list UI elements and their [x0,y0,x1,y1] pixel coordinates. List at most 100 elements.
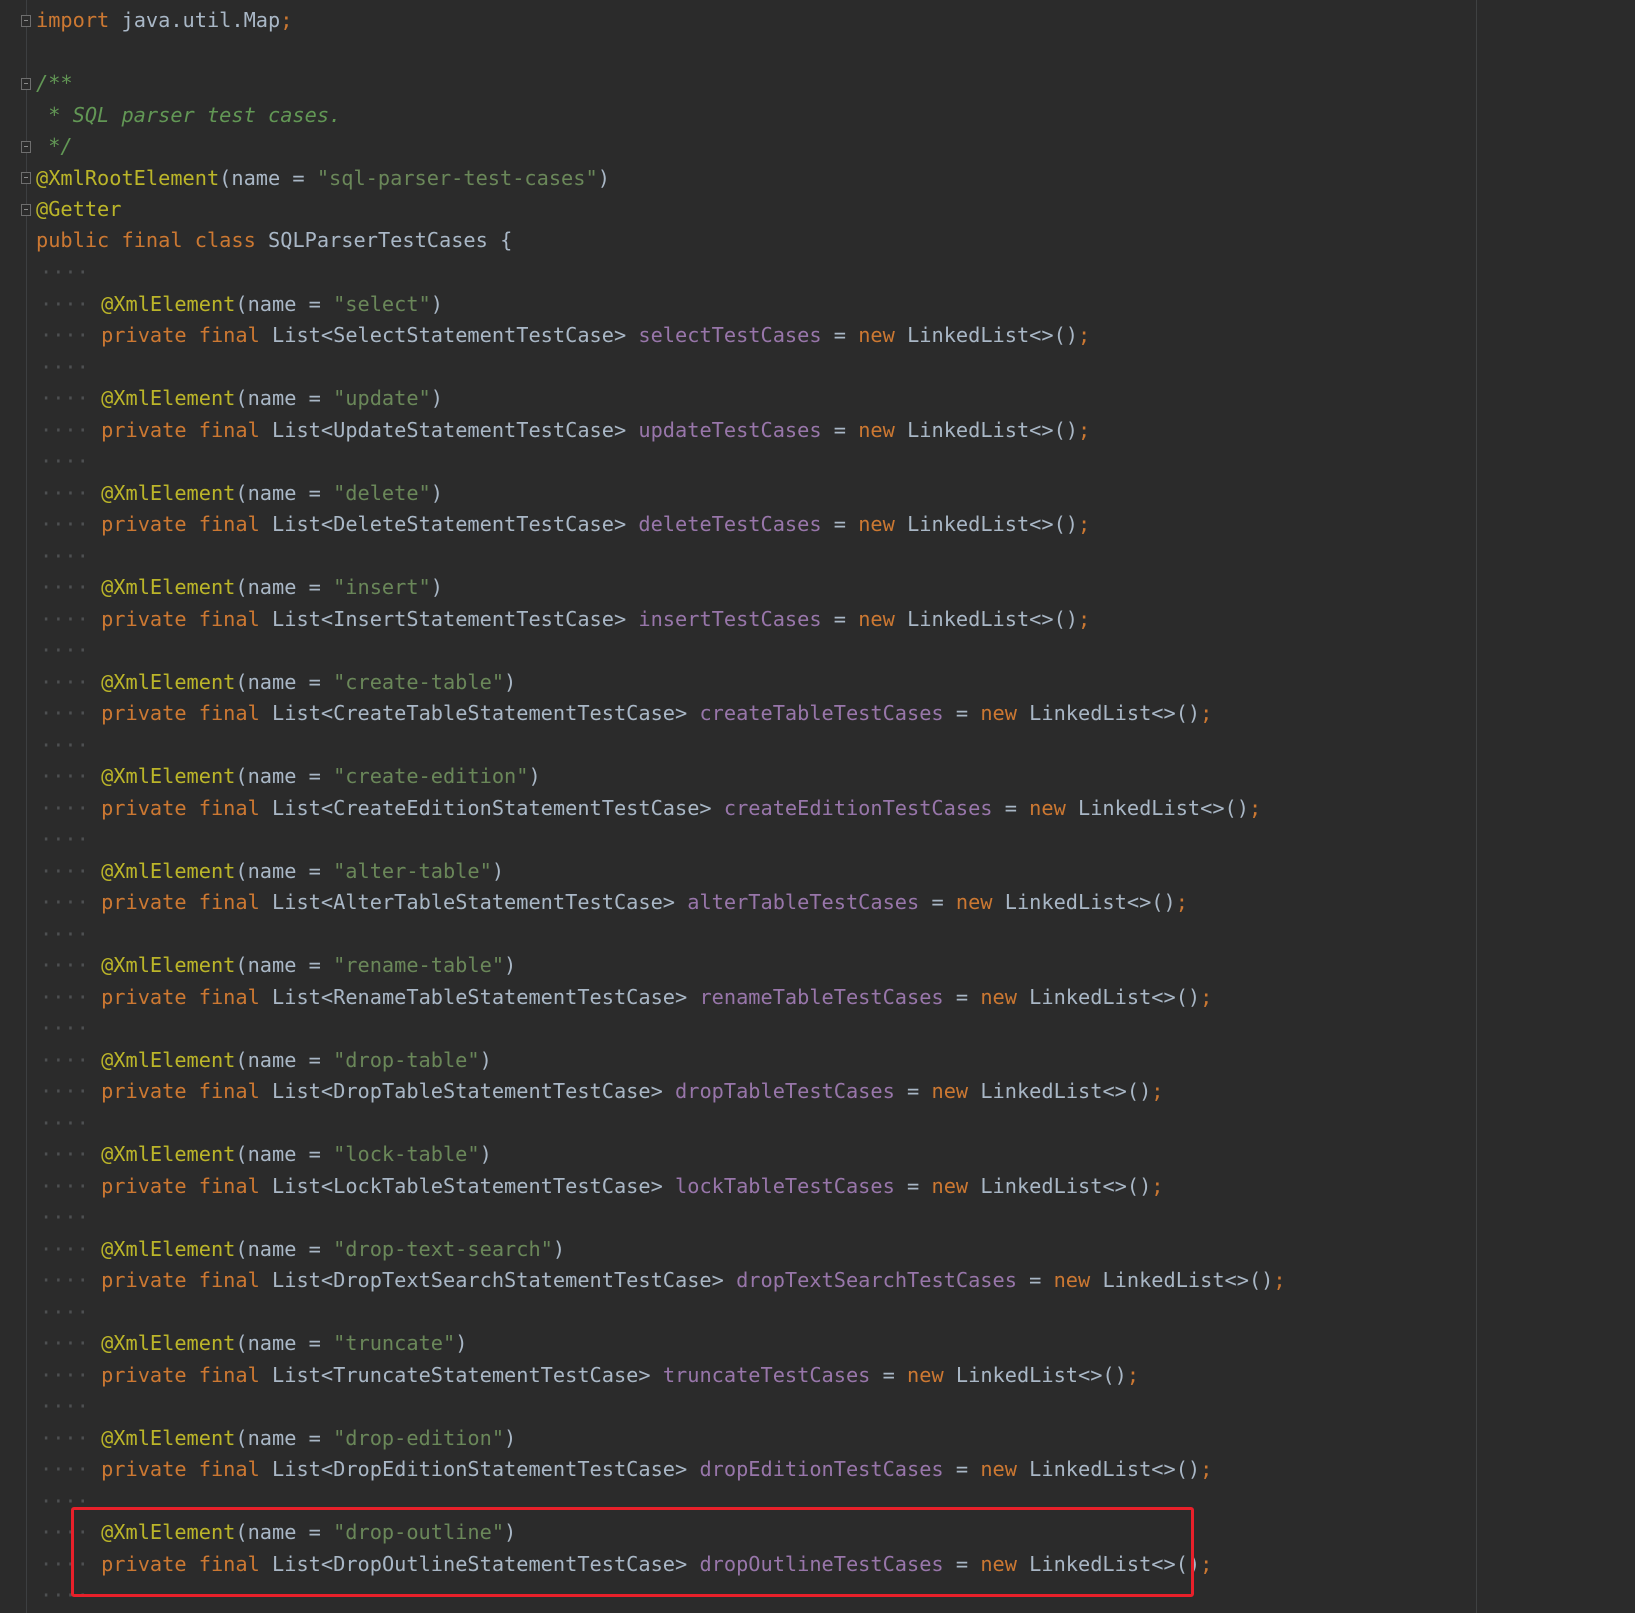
semicolon: ; [1248,796,1262,820]
doc-comment-text[interactable]: * SQL parser test cases. [36,100,341,131]
fold-marker-icon[interactable] [21,15,31,27]
assign-operator: = [882,1363,895,1387]
import-line[interactable]: import java.util.Map; [36,5,292,36]
annotation-close: ) [504,670,517,694]
indent-dots: ···· [40,575,89,599]
list-open: List< [272,1457,334,1481]
annotation-close: ) [430,481,443,505]
mod-final: final [198,985,260,1009]
xml-element-annotation: @XmlElement [101,859,236,883]
field-annotation-line[interactable]: ···· @XmlElement(name = "create-edition"… [40,761,541,792]
field-annotation-line[interactable]: ···· @XmlElement(name = "update") [40,383,443,414]
new-keyword: new [858,607,895,631]
field-declaration-line[interactable]: ···· private final List<InsertStatementT… [40,604,1090,635]
semicolon: ; [1078,323,1091,347]
element-name-value: "truncate" [333,1331,456,1355]
field-declaration-line[interactable]: ···· private final List<LockTableStateme… [40,1171,1164,1202]
new-keyword: new [858,323,895,347]
annotation-args: (name = [235,953,334,977]
mod-private: private [101,418,187,442]
mod-final: final [198,796,260,820]
field-annotation-line[interactable]: ···· @XmlElement(name = "create-table") [40,667,516,698]
field-name: updateTestCases [638,418,822,442]
new-keyword: new [907,1363,944,1387]
field-declaration-line[interactable]: ···· private final List<CreateEditionSta… [40,793,1261,824]
field-declaration-line[interactable]: ···· private final List<TruncateStatemen… [40,1360,1139,1391]
new-keyword: new [1029,796,1066,820]
list-open: List< [272,890,334,914]
indent-dots: ···· [40,1079,89,1103]
fold-marker-icon[interactable] [21,172,31,184]
code-editor[interactable]: import java.util.Map; /** * SQL parser t… [0,0,1635,1613]
import-target: java.util.Map [121,8,281,32]
annotation-args: (name = [235,386,334,410]
field-annotation-line[interactable]: ···· @XmlElement(name = "truncate") [40,1328,467,1359]
indent-guide: ···· [40,449,89,473]
element-name-value: "lock-table" [333,1142,480,1166]
field-annotation-line[interactable]: ···· @XmlElement(name = "lock-table") [40,1139,492,1170]
mod-final: final [198,1268,260,1292]
field-annotation-line[interactable]: ···· @XmlElement(name = "drop-text-searc… [40,1234,565,1265]
field-declaration-line[interactable]: ···· private final List<CreateTableState… [40,698,1212,729]
class-declaration-line[interactable]: public final class SQLParserTestCases { [36,225,512,256]
field-declaration-line[interactable]: ···· private final List<AlterTableStatem… [40,887,1188,918]
indent-guide: ···· [40,260,89,284]
field-annotation-line[interactable]: ···· @XmlElement(name = "insert") [40,572,443,603]
field-declaration-line[interactable]: ···· private final List<DropTextSearchSt… [40,1265,1286,1296]
field-declaration-line[interactable]: ···· private final List<UpdateStatementT… [40,415,1090,446]
indent-dots: ···· [40,1174,89,1198]
field-annotation-line[interactable]: ···· @XmlElement(name = "rename-table") [40,950,516,981]
field-name: selectTestCases [638,323,822,347]
field-declaration-line[interactable]: ···· private final List<SelectStatementT… [40,320,1090,351]
field-annotation-line[interactable]: ···· @XmlElement(name = "delete") [40,478,443,509]
field-annotation-line[interactable]: ···· @XmlElement(name = "drop-table") [40,1045,492,1076]
getter-annotation-line[interactable]: @Getter [36,194,121,225]
doc-open: /** [36,71,73,95]
annotation-close: ) [430,292,443,316]
fold-marker-icon[interactable] [21,78,31,90]
class-brace: { [500,228,513,252]
mod-final: final [198,512,260,536]
list-open: List< [272,1363,334,1387]
annotation-close: ) [491,859,505,883]
mod-final: final [198,1174,260,1198]
field-declaration-line[interactable]: ···· private final List<DropTableStateme… [40,1076,1164,1107]
semicolon: ; [1078,418,1091,442]
field-declaration-line[interactable]: ···· private final List<RenameTableState… [40,982,1212,1013]
fold-marker-icon[interactable] [21,204,31,216]
initializer: LinkedList<>() [1102,1268,1274,1292]
generic-type: CreateEditionStatementTestCase [333,796,700,820]
doc-comment-open[interactable]: /** [36,68,73,99]
assign-operator: = [907,1174,920,1198]
field-name: createTableTestCases [699,701,944,725]
mod-private: private [101,512,187,536]
field-annotation-line[interactable]: ···· @XmlElement(name = "alter-table") [40,856,504,887]
new-keyword: new [980,701,1017,725]
xml-element-annotation: @XmlElement [101,1142,236,1166]
annotation-close: ) [479,1142,492,1166]
field-name: dropTextSearchTestCases [736,1268,1017,1292]
doc-comment-close[interactable]: */ [36,131,72,162]
import-semicolon: ; [280,8,293,32]
indent-dots: ···· [40,607,89,631]
field-annotation-line[interactable]: ···· @XmlElement(name = "select") [40,289,443,320]
semicolon: ; [1151,1174,1164,1198]
mod-final: final [198,607,260,631]
semicolon: ; [1200,1552,1213,1576]
semicolon: ; [1175,890,1188,914]
xml-element-annotation: @XmlElement [101,386,236,410]
root-annotation-line[interactable]: @XmlRootElement(name = "sql-parser-test-… [36,163,610,194]
annotation-close: ) [430,575,443,599]
element-name-value: "drop-table" [333,1048,480,1072]
fold-marker-icon[interactable] [21,141,31,153]
list-close: > [613,418,627,442]
field-declaration-line[interactable]: ···· private final List<DeleteStatementT… [40,509,1090,540]
indent-dots: ···· [40,796,89,820]
list-open: List< [272,512,334,536]
indent-dots: ···· [40,953,89,977]
generic-type: DropTableStatementTestCase [333,1079,651,1103]
mod-final: final [198,1457,260,1481]
element-name-value: "create-table" [333,670,505,694]
field-declaration-line[interactable]: ···· private final List<DropEditionState… [40,1454,1212,1485]
field-annotation-line[interactable]: ···· @XmlElement(name = "drop-edition") [40,1423,516,1454]
